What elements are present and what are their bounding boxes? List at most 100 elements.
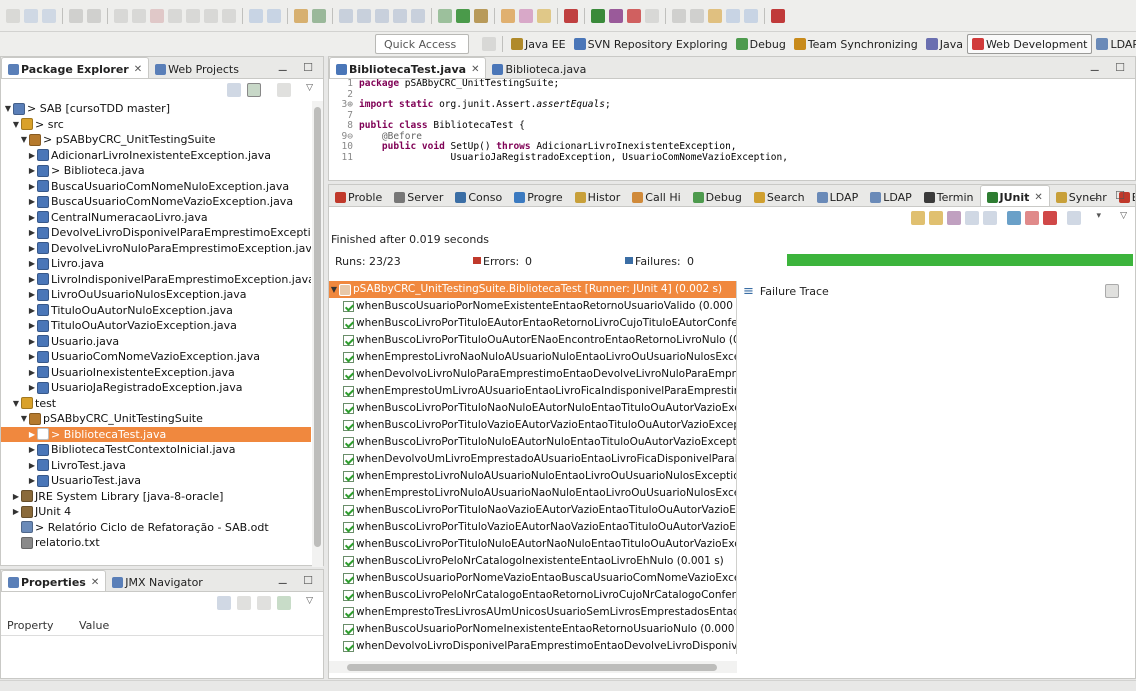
test-case-row[interactable]: whenBuscoLivroPorTituloNuloEAutorNuloEnt… [329,434,736,451]
package-explorer-tab[interactable]: Package Explorer ✕ [1,57,150,78]
collapse-arrow-icon[interactable]: ▼ [19,132,29,148]
tree-item[interactable]: ▼ > pSABbyCRC_UnitTestingSuite [1,132,311,148]
test-suite-root[interactable]: ▼ pSABbyCRC_UnitTestingSuite.BibliotecaT… [329,281,736,298]
profile-icon[interactable] [609,8,623,23]
coverage-icon[interactable] [627,8,641,23]
tree-item[interactable]: ▶ LivroTest.java [1,458,311,474]
close-icon[interactable]: ✕ [91,577,99,588]
focus-active-task-icon[interactable] [277,83,291,97]
bottom-tab[interactable]: Conso [449,185,508,206]
back-icon[interactable] [708,8,722,23]
show-skipped-icon[interactable] [983,211,997,225]
expand-arrow-icon[interactable]: ▶ [27,179,37,195]
run-icon[interactable] [456,8,470,23]
expand-arrow-icon[interactable]: ▶ [27,458,37,474]
bottom-tab[interactable]: LDAP [811,185,865,206]
server-icon[interactable] [564,8,578,23]
expand-arrow-icon[interactable]: ▶ [27,365,37,381]
expand-arrow-icon[interactable]: ▼ [329,281,339,298]
expand-arrow-icon[interactable]: ▶ [27,442,37,458]
test-case-row[interactable]: whenEmprestoUmLivroAUsuarioEntaoLivroFic… [329,383,736,400]
restore-default-icon[interactable] [257,596,271,610]
test-case-row[interactable]: whenDevolvoLivroNuloParaEmprestimoEntaoD… [329,366,736,383]
expand-arrow-icon[interactable]: ▶ [27,287,37,303]
save-icon[interactable] [24,8,38,23]
tree-item[interactable]: ▶ AdicionarLivroInexistenteException.java [1,148,311,164]
test-case-row[interactable]: whenBuscoLivroPorTituloOuAutorENaoEncont… [329,332,736,349]
new-interface-icon[interactable] [375,8,389,23]
bottom-tab[interactable]: Debug [687,185,748,206]
step-over-icon[interactable] [204,8,218,23]
tree-item[interactable]: ▶ UsuarioComNomeVazioException.java [1,349,311,365]
tree-item[interactable]: ▶ LivroOuUsuarioNulosException.java [1,287,311,303]
editor-tab[interactable]: BibliotecaTest.java ✕ [329,57,487,78]
suspend-icon[interactable] [132,8,146,23]
column-value[interactable]: Value [73,616,115,635]
collapse-arrow-icon[interactable]: ▼ [11,396,21,412]
next-annotation-icon[interactable] [672,8,686,23]
next-failure-icon[interactable] [911,211,925,225]
previous-annotation-icon[interactable] [690,8,704,23]
perspective-svn[interactable]: SVN Repository Exploring [570,34,732,54]
view-menu-icon[interactable]: ▽ [1120,211,1127,221]
tree-item[interactable]: ▶ UsuarioTest.java [1,473,311,489]
perspective-java[interactable]: Java [922,34,967,54]
test-case-row[interactable]: whenBuscoLivroPorTituloEAutorEntaoRetorn… [329,315,736,332]
expand-arrow-icon[interactable]: ▶ [27,210,37,226]
test-case-row[interactable]: whenBuscoLivroPorTituloNaoNuloEAutorNulo… [329,400,736,417]
package-tree-scrollbar[interactable] [312,101,323,567]
filter-advanced-icon[interactable] [237,596,251,610]
tree-item[interactable]: ▶ Livro.java [1,256,311,272]
tree-item[interactable]: ▶ Usuario.java [1,334,311,350]
minimize-maximize-icon[interactable]: ⚊ ☐ [278,61,319,74]
expand-arrow-icon[interactable]: ▶ [27,194,37,210]
step-into-icon[interactable] [186,8,200,23]
link-with-editor-icon[interactable] [247,83,261,97]
expand-arrow-icon[interactable]: ▶ [27,473,37,489]
properties-tab[interactable]: Properties ✕ [1,570,107,591]
test-case-row[interactable]: whenBuscoLivroPorTituloVazioEAutorNaoVaz… [329,519,736,536]
close-icon[interactable]: ✕ [1034,192,1042,203]
history-dropdown-icon[interactable]: ▾ [1096,211,1101,221]
column-property[interactable]: Property [1,616,73,635]
editor-tab[interactable]: Biblioteca.java [486,57,592,78]
test-case-row[interactable]: whenBuscoLivroPorTituloNaoVazioEAutorVaz… [329,502,736,519]
expand-arrow-icon[interactable]: ▶ [27,148,37,164]
tree-item[interactable]: ▶ > Biblioteca.java [1,163,311,179]
perspective-debug[interactable]: Debug [732,34,790,54]
print-icon[interactable] [69,8,83,23]
quick-access-input[interactable]: Quick Access [375,34,469,54]
perspective-team-sync[interactable]: Team Synchronizing [790,34,922,54]
test-case-row[interactable]: whenBuscoLivroPorTituloVazioEAutorVazioE… [329,417,736,434]
resume-icon[interactable] [114,8,128,23]
close-icon[interactable]: ✕ [134,64,142,75]
bottom-tab[interactable]: Server [388,185,449,206]
filter-stack-trace-icon[interactable] [1105,284,1119,298]
package-explorer-tab[interactable]: Web Projects [149,57,245,78]
last-edit-icon[interactable] [645,8,659,23]
rerun-failed-first-icon[interactable] [1025,211,1039,225]
scrollbar-thumb[interactable] [347,664,717,671]
open-task-icon[interactable] [501,8,515,23]
collapse-arrow-icon[interactable]: ▼ [11,117,21,133]
categories-icon[interactable] [217,596,231,610]
pen-icon[interactable] [537,8,551,23]
minimize-maximize-icon[interactable]: ⚊ ☐ [278,574,319,587]
tree-item[interactable]: ▶ > BibliotecaTest.java [1,426,311,443]
expand-arrow-icon[interactable]: ▶ [27,427,37,443]
test-case-row[interactable]: whenBuscoUsuarioPorNomeExistenteEntaoRet… [329,298,736,315]
test-case-row[interactable]: whenDevolvoLivroDisponivelParaEmprestimo… [329,638,736,654]
tree-item[interactable]: > Relatório Ciclo de Refatoração - SAB.o… [1,520,311,536]
expand-arrow-icon[interactable]: ▶ [27,241,37,257]
tree-item[interactable]: ▶ DevolveLivroDisponivelParaEmprestimoExc… [1,225,311,241]
test-case-row[interactable]: whenBuscoUsuarioPorNomeInexistenteEntaoR… [329,621,736,638]
tree-item[interactable]: ▶ LivroIndisponivelParaEmprestimoExceptio… [1,272,311,288]
close-icon[interactable]: ✕ [471,64,479,75]
tree-item[interactable]: ▶ UsuarioJaRegistradoException.java [1,380,311,396]
test-case-row[interactable]: whenBuscoLivroPorTituloNuloEAutorNaoNulo… [329,536,736,553]
tree-item[interactable]: ▼ > src [1,117,311,133]
tree-item[interactable]: ▶ TituloOuAutorNuloException.java [1,303,311,319]
expand-arrow-icon[interactable]: ▶ [27,163,37,179]
bottom-tab[interactable]: Progre [508,185,568,206]
tree-item[interactable]: relatorio.txt [1,535,311,551]
